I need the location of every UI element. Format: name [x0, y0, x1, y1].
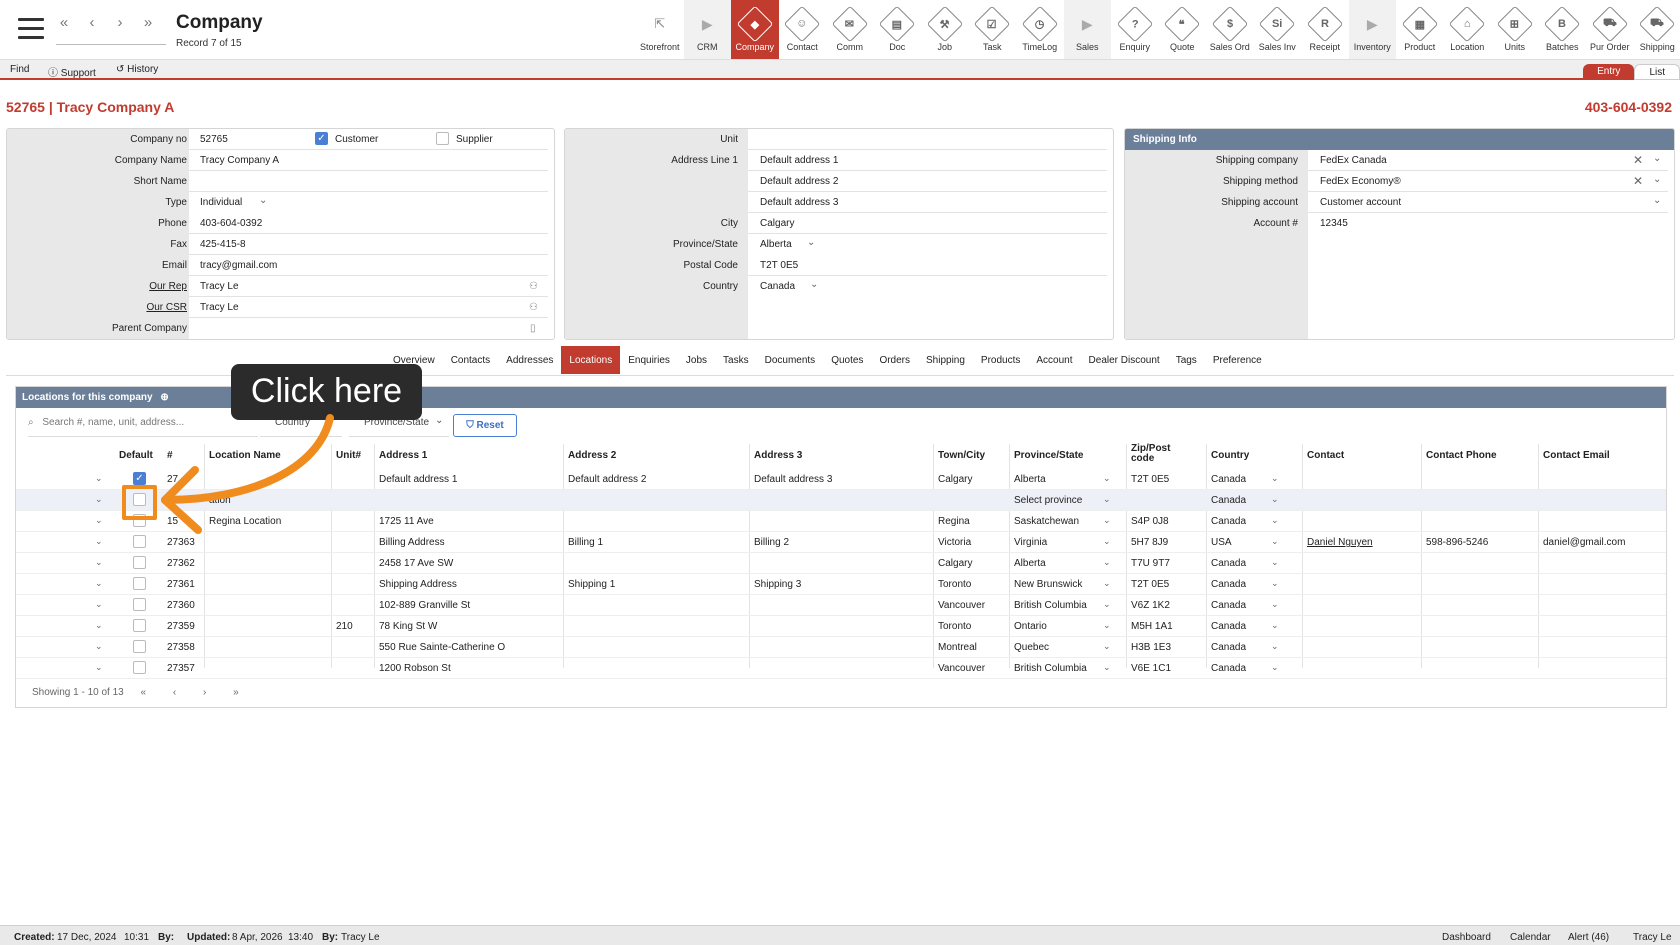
updated-time: 13:40	[288, 932, 314, 943]
updated-by: Tracy Le	[341, 932, 380, 943]
arrow-curve	[161, 414, 334, 504]
updated-by-label: By:	[322, 932, 339, 943]
created-time: 10:31	[124, 932, 150, 943]
created-date: 17 Dec, 2024	[57, 932, 117, 943]
dashboard-link[interactable]: Dashboard	[1442, 932, 1491, 943]
updated-label: Updated:	[187, 932, 231, 943]
created-by-label: By:	[158, 932, 175, 943]
created-label: Created:	[14, 932, 55, 943]
pointer-arrow	[161, 414, 334, 534]
updated-date: 8 Apr, 2026	[232, 932, 283, 943]
highlight-box	[122, 485, 157, 520]
user-link[interactable]: Tracy Le	[1633, 932, 1672, 943]
status-bar: Created: 17 Dec, 2024 10:31 By: Updated:…	[0, 925, 1680, 945]
alert-link[interactable]: Alert (46)	[1568, 932, 1609, 943]
calendar-link[interactable]: Calendar	[1510, 932, 1551, 943]
